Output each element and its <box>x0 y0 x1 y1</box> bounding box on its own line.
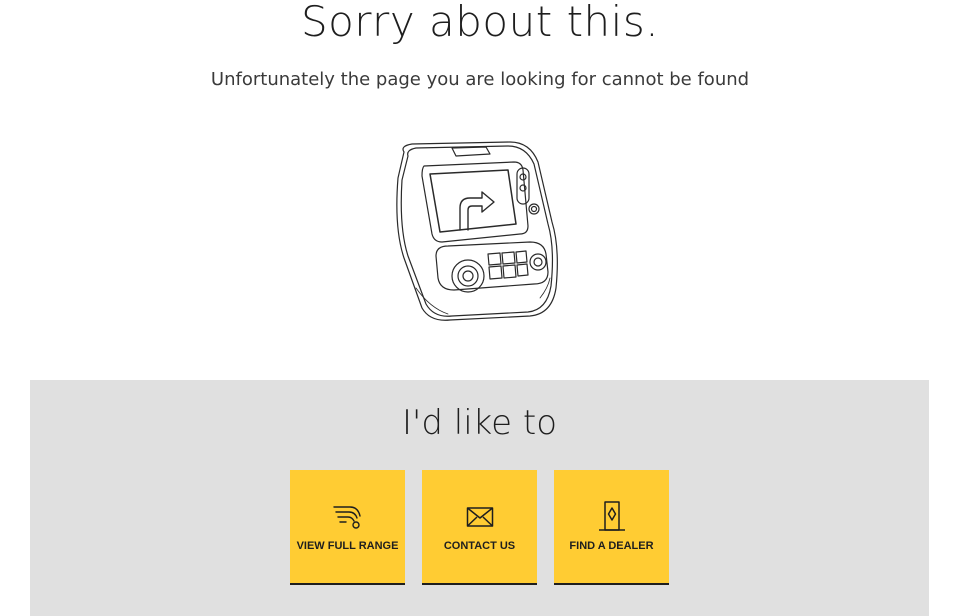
page-subtitle: Unfortunately the page you are looking f… <box>210 69 750 90</box>
not-found-page: Sorry about this. Unfortunately the page… <box>0 0 960 616</box>
car-range-icon <box>331 500 365 534</box>
contact-us-label: CONTACT US <box>443 540 516 552</box>
find-a-dealer-button[interactable]: FIND A DEALER <box>554 470 669 585</box>
view-full-range-button[interactable]: VIEW FULL RANGE <box>290 470 405 585</box>
actions-panel: I'd like to VIEW FULL RANGE CONTACT US F… <box>30 380 929 616</box>
actions-title: I'd like to <box>402 403 557 443</box>
contact-us-button[interactable]: CONTACT US <box>422 470 537 585</box>
car-dashboard-navigation-icon <box>390 138 562 324</box>
view-full-range-label: VIEW FULL RANGE <box>296 540 399 552</box>
action-tiles: VIEW FULL RANGE CONTACT US FIND A DEALER <box>290 470 669 585</box>
dealer-door-icon <box>595 500 629 534</box>
page-title: Sorry about this. <box>300 0 660 46</box>
find-a-dealer-label: FIND A DEALER <box>569 540 654 552</box>
envelope-icon <box>463 500 497 534</box>
